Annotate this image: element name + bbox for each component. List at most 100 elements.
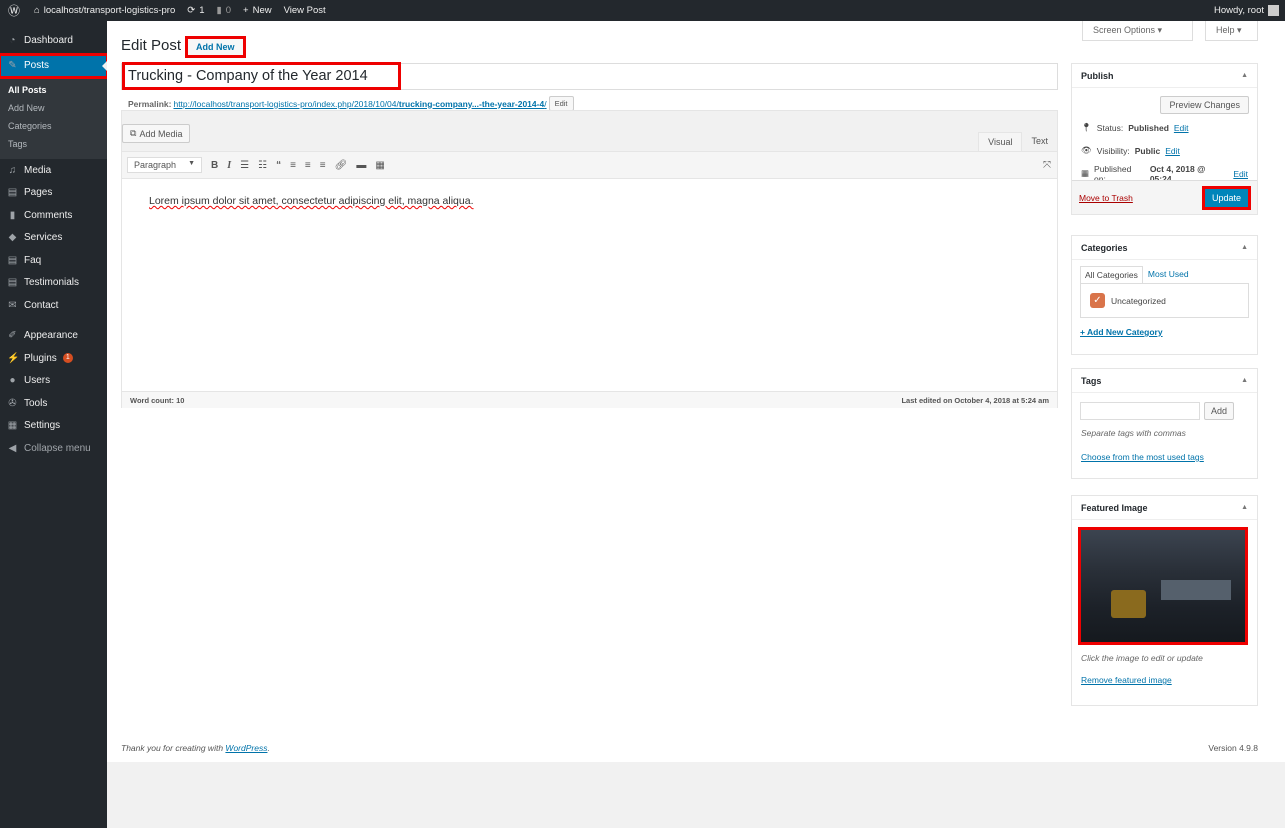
- sidebar-item-plugins[interactable]: ⚡ Plugins 1: [0, 347, 107, 370]
- sidebar-item-users[interactable]: ● Users: [0, 370, 107, 393]
- admin-menu: ◔ Dashboard ✎ Posts All Posts Add New Categori…: [0, 21, 109, 828]
- visibility-edit-link[interactable]: Edit: [1165, 146, 1180, 156]
- tag-input[interactable]: [1080, 402, 1200, 420]
- sidebar-item-pages[interactable]: ▤ Pages: [0, 182, 107, 205]
- help-button[interactable]: Help ▾: [1205, 21, 1258, 41]
- view-post-link[interactable]: View Post: [278, 0, 332, 21]
- sidebar-item-collapse-menu[interactable]: ◀ Collapse menu: [0, 437, 107, 460]
- comment-icon: ▮: [216, 5, 222, 16]
- bold-icon[interactable]: B: [211, 160, 218, 171]
- collapse-arrow-icon[interactable]: ▲: [1241, 72, 1248, 79]
- collapse-arrow-icon[interactable]: ▲: [1241, 244, 1248, 251]
- comment-icon: ▮: [9, 209, 16, 221]
- align-left-icon[interactable]: ≡: [290, 160, 296, 171]
- permalink-link[interactable]: http://localhost/transport-logistics-pro…: [173, 99, 546, 109]
- post-editor: ⧉ Add Media Visual Text Paragraph ▼ BI ☰ ☷ “…: [121, 110, 1058, 408]
- sidebar-item-services[interactable]: ◆ Services: [0, 227, 107, 250]
- sidebar-item-settings[interactable]: ▦ Settings: [0, 415, 107, 438]
- collapse-icon: ◀: [8, 442, 17, 454]
- move-to-trash-link[interactable]: Move to Trash: [1079, 193, 1133, 203]
- collapse-arrow-icon[interactable]: ▲: [1241, 504, 1248, 511]
- account-menu[interactable]: Howdy, root: [1208, 0, 1285, 21]
- pin-icon: ✎: [8, 60, 17, 72]
- fullscreen-icon[interactable]: ⤧: [1043, 160, 1051, 171]
- tab-most-used[interactable]: Most Used: [1143, 266, 1194, 283]
- add-category-link[interactable]: + Add New Category: [1080, 327, 1249, 337]
- read-more-icon[interactable]: ▬: [356, 160, 366, 171]
- editor-content[interactable]: Lorem ipsum dolor sit amet, consectetur …: [122, 179, 1057, 391]
- date-edit-link[interactable]: Edit: [1233, 169, 1248, 179]
- testimonial-icon: ▤: [7, 277, 18, 289]
- avatar: [1268, 5, 1279, 16]
- settings-icon: ▦: [7, 420, 18, 432]
- main-content: Screen Options ▾ Help ▾ Edit Post Add Ne…: [107, 21, 1285, 762]
- submenu-item-all-posts[interactable]: All Posts: [0, 81, 107, 99]
- permalink: Permalink: http://localhost/transport-lo…: [128, 96, 574, 111]
- tag-icon: ◆: [8, 232, 17, 244]
- user-icon: ●: [9, 375, 16, 387]
- bullet-list-icon[interactable]: ☰: [240, 160, 249, 171]
- word-count: Word count: 10: [130, 395, 185, 405]
- pages-icon: ▤: [7, 187, 18, 199]
- site-link[interactable]: ⌂ localhost/transport-logistics-pro: [28, 0, 181, 21]
- tab-text[interactable]: Text: [1022, 132, 1057, 151]
- featured-image[interactable]: [1078, 527, 1248, 645]
- sidebar-item-posts[interactable]: ✎ Posts: [0, 52, 109, 79]
- categories-box: Categories ▲ All Categories Most Used ✓ U…: [1071, 235, 1258, 355]
- sidebar-item-dashboard[interactable]: ◔ Dashboard: [0, 29, 107, 52]
- eye-icon: 👁︎: [1081, 145, 1092, 155]
- sidebar-item-appearance[interactable]: ✐ Appearance: [0, 325, 107, 348]
- remove-featured-image-link[interactable]: Remove featured image: [1081, 675, 1248, 685]
- new-link[interactable]: + New: [237, 0, 278, 21]
- admin-bar: Ⓦ ⌂ localhost/transport-logistics-pro ⟳ 1 …: [0, 0, 1285, 21]
- title-highlight: [122, 62, 401, 90]
- toolbar-toggle-icon[interactable]: ▦: [375, 160, 384, 171]
- updates-link[interactable]: ⟳ 1: [181, 0, 210, 21]
- last-edited: Last edited on October 4, 2018 at 5:24 a…: [901, 395, 1049, 405]
- align-right-icon[interactable]: ≡: [320, 160, 326, 171]
- pin-icon: 📍︎: [1081, 122, 1092, 132]
- add-new-button[interactable]: Add New: [185, 36, 246, 58]
- sidebar-item-faq[interactable]: ▤ Faq: [0, 249, 107, 272]
- sidebar-item-contact[interactable]: ✉ Contact: [0, 294, 107, 317]
- update-button[interactable]: Update: [1201, 185, 1251, 210]
- category-list: ✓ Uncategorized: [1080, 283, 1249, 318]
- featured-hint: Click the image to edit or update: [1081, 653, 1203, 663]
- format-select[interactable]: Paragraph ▼: [127, 157, 202, 173]
- status-edit-link[interactable]: Edit: [1174, 123, 1189, 133]
- numbered-list-icon[interactable]: ☷: [258, 160, 267, 171]
- wordpress-link[interactable]: WordPress: [225, 743, 267, 753]
- sidebar-item-comments[interactable]: ▮ Comments: [0, 204, 107, 227]
- calendar-icon: ▦: [1081, 168, 1090, 178]
- permalink-edit-button[interactable]: Edit: [548, 96, 574, 111]
- sidebar-item-tools[interactable]: ✇ Tools: [0, 392, 107, 415]
- dashboard-icon: ◔: [9, 34, 16, 46]
- wordpress-logo-icon[interactable]: Ⓦ: [0, 0, 28, 21]
- blockquote-icon[interactable]: “: [276, 160, 281, 171]
- align-center-icon[interactable]: ≡: [305, 160, 311, 171]
- submenu-item-categories[interactable]: Categories: [0, 117, 107, 135]
- comments-link[interactable]: ▮ 0: [211, 0, 238, 21]
- choose-tags-link[interactable]: Choose from the most used tags: [1081, 452, 1248, 462]
- home-icon: ⌂: [34, 5, 40, 16]
- plugin-count-badge: 1: [62, 353, 73, 364]
- tab-visual[interactable]: Visual: [978, 132, 1023, 151]
- submenu-item-tags[interactable]: Tags: [0, 135, 107, 153]
- tags-box: Tags ▲ Add Separate tags with commas Choo…: [1071, 368, 1258, 479]
- link-icon[interactable]: 🔗︎: [335, 160, 348, 171]
- sidebar-item-media[interactable]: ♫ Media: [0, 159, 107, 182]
- add-media-button[interactable]: ⧉ Add Media: [122, 124, 191, 143]
- screen-options-button[interactable]: Screen Options ▾: [1082, 21, 1193, 41]
- collapse-arrow-icon[interactable]: ▲: [1241, 377, 1248, 384]
- media-icon: ♫: [8, 164, 17, 176]
- tab-all-categories[interactable]: All Categories: [1080, 266, 1143, 283]
- preview-changes-button[interactable]: Preview Changes: [1160, 96, 1249, 114]
- checkbox[interactable]: ✓: [1090, 293, 1105, 308]
- wrench-icon: ✇: [8, 397, 17, 409]
- plus-icon: +: [243, 5, 249, 16]
- sidebar-item-testimonials[interactable]: ▤ Testimonials: [0, 272, 107, 295]
- add-tag-button[interactable]: Add: [1204, 402, 1235, 420]
- italic-icon[interactable]: I: [227, 160, 231, 171]
- submenu-item-add-new[interactable]: Add New: [0, 99, 107, 117]
- footer-thanks: Thank you for creating with WordPress.: [121, 743, 270, 753]
